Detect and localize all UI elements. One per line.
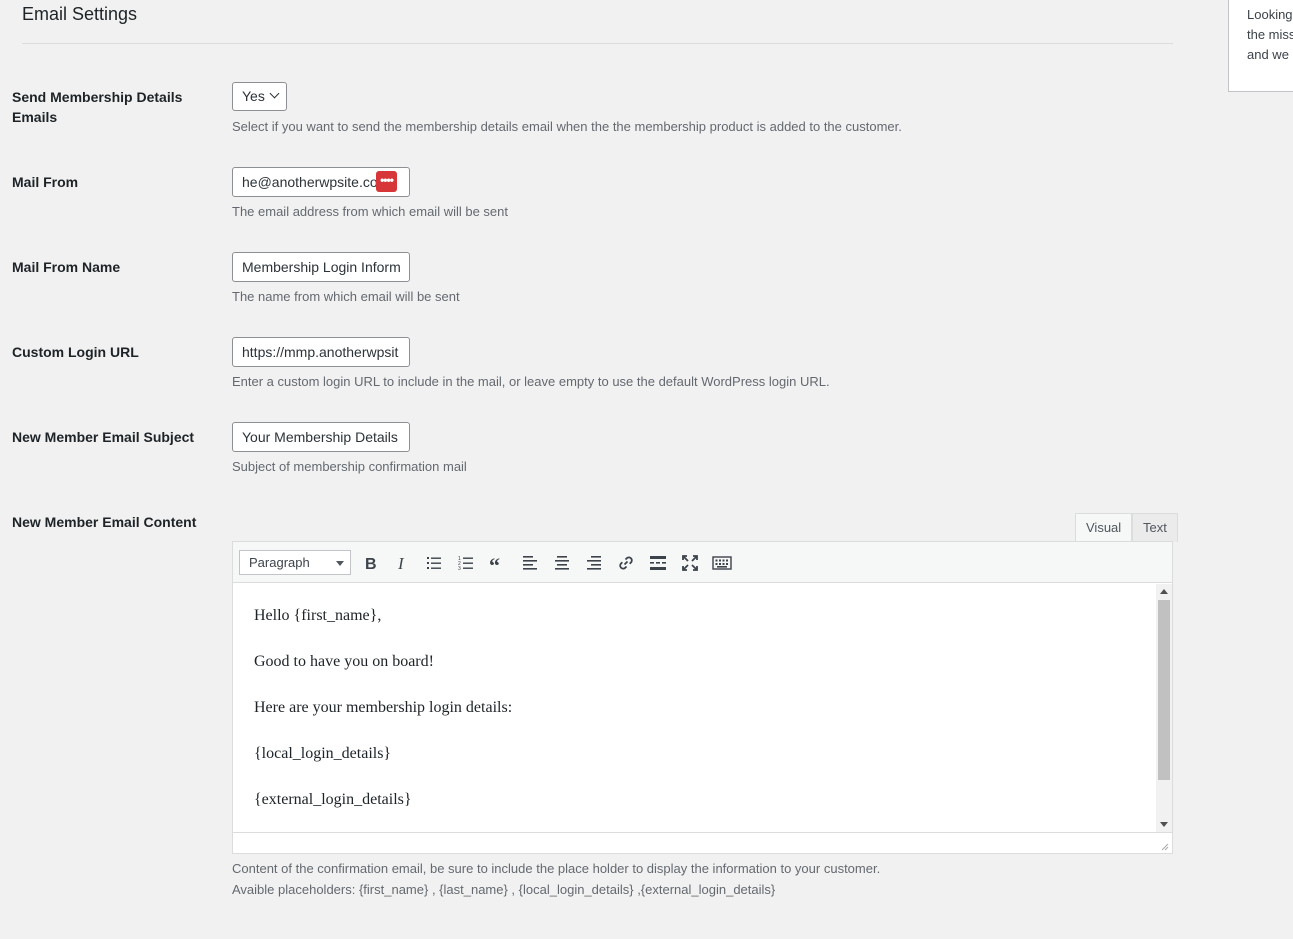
tab-text[interactable]: Text [1132,513,1178,542]
mail-from-name-description: The name from which email will be sent [232,289,460,304]
page-title: Email Settings [22,4,138,24]
custom-login-url-description: Enter a custom login URL to include in t… [232,374,830,389]
chevron-down-icon [269,88,280,99]
email-content-label: New Member Email Content [12,514,197,530]
mail-from-label: Mail From [12,174,79,190]
email-content-editor: Paragraph B I 123 “ Hello {first_name}, … [232,541,1173,854]
link-icon[interactable] [614,551,638,575]
content-paragraph: {local_login_details} [254,745,392,762]
resize-handle-icon[interactable] [1159,841,1169,851]
keyboard-icon[interactable] [710,551,734,575]
side-notice-line: the miss [1247,27,1293,42]
mail-from-name-label: Mail From Name [12,259,121,275]
mail-from-name-input[interactable]: Membership Login Inform [232,252,410,282]
scrollbar-thumb[interactable] [1158,600,1170,780]
format-select-value: Paragraph [249,555,310,570]
send-details-value: Yes [242,88,265,104]
custom-login-url-label: Custom Login URL [12,344,139,360]
svg-text:3: 3 [458,566,461,572]
custom-login-url-input[interactable]: https://mmp.anotherwpsit [232,337,410,367]
email-content-placeholders: Avaible placeholders: {first_name} , {la… [232,882,776,897]
editor-toolbar: Paragraph B I 123 “ [233,542,1172,583]
bold-icon[interactable]: B [358,551,382,575]
tab-visual[interactable]: Visual [1075,513,1133,542]
svg-text:B: B [365,556,377,573]
bullet-list-icon[interactable] [422,551,446,575]
content-paragraph: Here are your membership login details: [254,699,513,716]
mail-from-description: The email address from which email will … [232,204,508,219]
email-content-description: Content of the confirmation email, be su… [232,861,881,876]
side-notice-box: Looking the miss and we [1228,0,1293,92]
content-paragraph: Good to have you on board! [254,653,434,670]
password-manager-icon[interactable]: •••• [376,171,397,192]
editor-scrollbar[interactable] [1156,584,1172,832]
italic-icon[interactable]: I [390,551,414,575]
scroll-down-arrow-icon[interactable] [1160,822,1168,827]
dropdown-arrow-icon [336,561,344,566]
blockquote-icon[interactable]: “ [486,551,510,575]
fullscreen-icon[interactable] [678,551,702,575]
numbered-list-icon[interactable]: 123 [454,551,478,575]
email-subject-description: Subject of membership confirmation mail [232,459,467,474]
side-notice-line: and we [1247,47,1289,62]
svg-text:I: I [397,554,405,573]
send-details-select[interactable]: Yes [232,82,287,111]
email-subject-label: New Member Email Subject [12,429,195,445]
send-details-description: Select if you want to send the membershi… [232,119,902,134]
align-center-icon[interactable] [550,551,574,575]
content-paragraph: Hello {first_name}, [254,607,382,624]
svg-text:“: “ [489,553,500,573]
scroll-up-arrow-icon[interactable] [1160,589,1168,594]
editor-statusbar [233,832,1172,853]
align-right-icon[interactable] [582,551,606,575]
editor-content-area[interactable]: Hello {first_name}, Good to have you on … [233,584,1156,832]
title-divider [22,43,1173,44]
send-details-label: Send Membership Details Emails [12,89,183,125]
read-more-icon[interactable] [646,551,670,575]
content-paragraph: {external_login_details} [254,791,412,808]
side-notice-line: Looking [1247,7,1293,22]
format-select[interactable]: Paragraph [239,550,351,575]
email-subject-input[interactable]: Your Membership Details [232,422,410,452]
align-left-icon[interactable] [518,551,542,575]
